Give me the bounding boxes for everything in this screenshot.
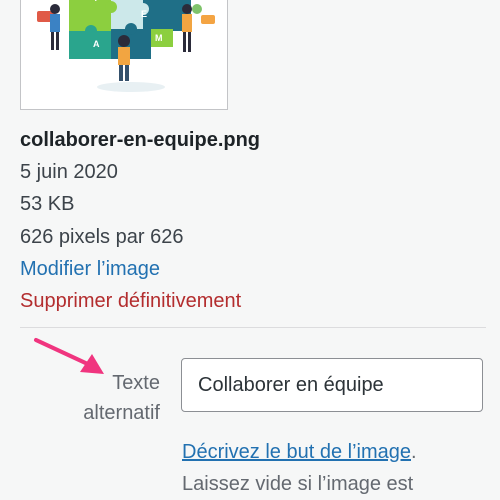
puzzle-letter-e: E [141, 9, 147, 19]
alt-text-input[interactable] [181, 358, 483, 412]
image-dimensions: 626 pixels par 626 [20, 225, 184, 248]
attachment-details-panel: T E A M collaborer-en-equipe.png 5 juin [0, 0, 500, 500]
team-puzzle-illustration-icon: T E A M [21, 0, 227, 109]
edit-image-link[interactable]: Modifier l’image [20, 253, 260, 285]
upload-date: 5 juin 2020 [20, 161, 118, 183]
delete-permanently-link[interactable]: Supprimer définitivement [20, 285, 260, 317]
file-name: collaborer-en-equipe.png [20, 129, 261, 151]
attachment-thumbnail[interactable]: T E A M [20, 0, 228, 110]
file-size: 53 KB [20, 193, 75, 216]
section-divider [20, 327, 486, 328]
alt-text-help: Décrivez le but de l’image. Laissez vide… [182, 436, 492, 500]
alt-text-label: Texte alternatif [83, 372, 160, 424]
puzzle-letter-a: A [93, 39, 100, 49]
puzzle-letter-m: M [155, 33, 163, 43]
alt-text-purpose-link[interactable]: Décrivez le but de l’image [182, 441, 411, 463]
attachment-info: collaborer-en-equipe.png 5 juin 2020 53 … [20, 124, 260, 317]
help-link-suffix: . [411, 441, 417, 463]
puzzle-letter-t: T [93, 0, 99, 3]
alt-text-help-text: Laissez vide si l’image est [182, 473, 414, 495]
